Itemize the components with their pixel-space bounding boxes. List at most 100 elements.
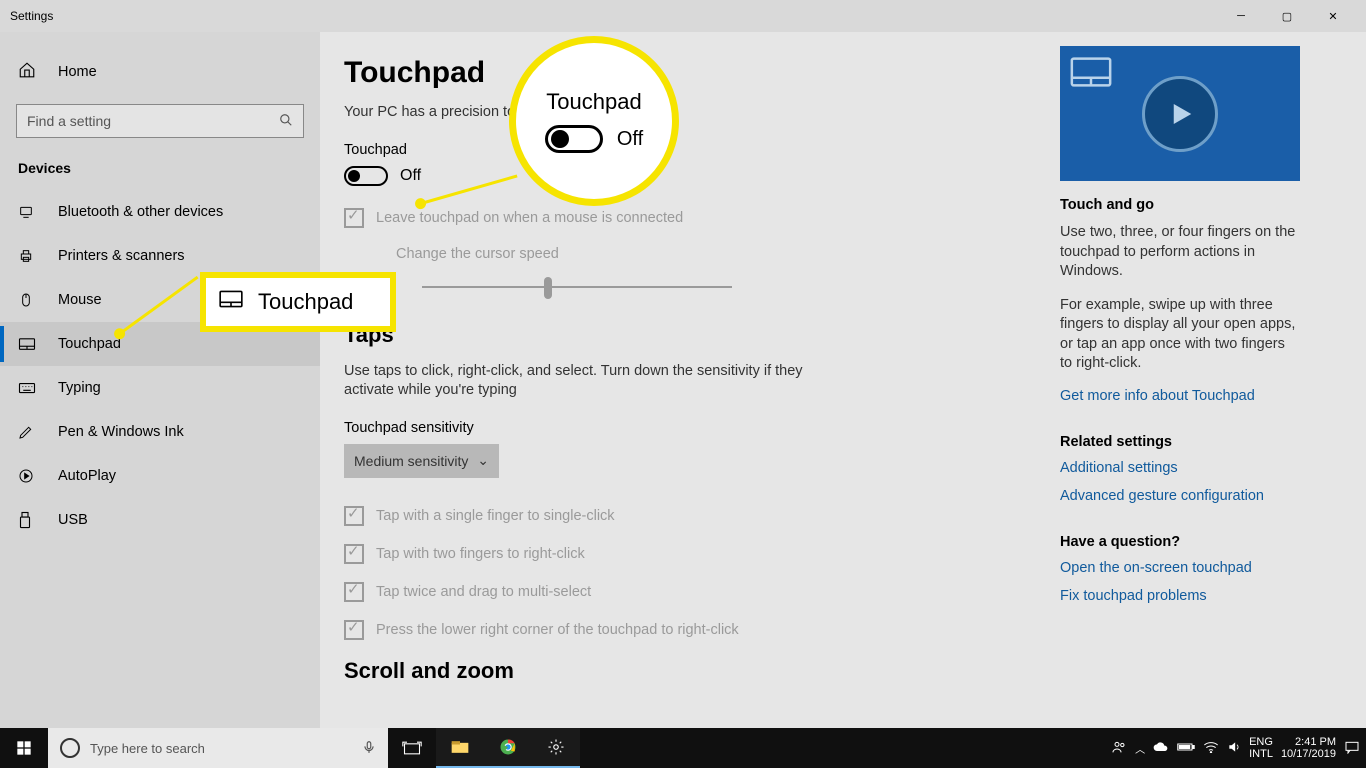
tap-right-click-checkbox[interactable]: Tap with two fingers to right-click <box>344 544 1020 564</box>
sidebar-item-usb[interactable]: USB <box>0 498 320 542</box>
tap-opt-label: Tap twice and drag to multi-select <box>376 584 591 600</box>
tap-single-click-checkbox[interactable]: Tap with a single finger to single-click <box>344 506 1020 526</box>
home-button[interactable]: Home <box>0 52 320 92</box>
window-title-bar: Settings ─ ▢ ✕ <box>0 0 1366 32</box>
leave-touchpad-checkbox-row[interactable]: Leave touchpad on when a mouse is connec… <box>344 208 1020 228</box>
sidebar-item-label: Touchpad <box>58 336 121 352</box>
tap-opt-label: Tap with a single finger to single-click <box>376 508 615 524</box>
cursor-speed-slider[interactable] <box>422 274 732 298</box>
home-icon <box>18 61 38 83</box>
checkbox-icon <box>344 506 364 526</box>
tap-corner-checkbox[interactable]: Press the lower right corner of the touc… <box>344 620 1020 640</box>
system-tray[interactable]: ︿ ENG INTL 2:41 PM 10/17/2019 <box>1111 728 1366 768</box>
close-button[interactable]: ✕ <box>1310 0 1356 32</box>
checkbox-icon <box>344 544 364 564</box>
settings-taskbar-button[interactable] <box>532 728 580 768</box>
checkbox-icon <box>344 208 364 228</box>
taps-description: Use taps to click, right-click, and sele… <box>344 362 804 400</box>
touch-para1: Use two, three, or four fingers on the t… <box>1060 223 1300 282</box>
touchpad-toggle-state: Off <box>400 167 421 185</box>
gesture-config-link[interactable]: Advanced gesture configuration <box>1060 488 1300 504</box>
sidebar-item-label: AutoPlay <box>58 468 116 484</box>
search-placeholder: Find a setting <box>27 113 111 129</box>
keyboard-icon <box>18 382 38 394</box>
scroll-zoom-heading: Scroll and zoom <box>344 658 1020 684</box>
search-icon <box>279 113 293 130</box>
sidebar-item-pen[interactable]: Pen & Windows Ink <box>0 410 320 454</box>
battery-icon[interactable] <box>1177 742 1195 755</box>
additional-settings-link[interactable]: Additional settings <box>1060 460 1300 476</box>
sidebar-item-autoplay[interactable]: AutoPlay <box>0 454 320 498</box>
task-view-button[interactable] <box>388 728 436 768</box>
sidebar-item-label: Pen & Windows Ink <box>58 424 184 440</box>
sensitivity-dropdown[interactable]: Medium sensitivity ⌄ <box>344 444 499 478</box>
sidebar-item-bluetooth[interactable]: Bluetooth & other devices <box>0 190 320 234</box>
sidebar-item-printers[interactable]: Printers & scanners <box>0 234 320 278</box>
touchpad-toggle-label: Touchpad <box>344 142 1020 158</box>
tap-multi-select-checkbox[interactable]: Tap twice and drag to multi-select <box>344 582 1020 602</box>
usb-icon <box>18 511 38 529</box>
taps-heading: Taps <box>344 322 1020 348</box>
sidebar-item-touchpad[interactable]: Touchpad <box>0 322 320 366</box>
sensitivity-value: Medium sensitivity <box>354 453 468 469</box>
sensitivity-label: Touchpad sensitivity <box>344 420 1020 436</box>
fix-touchpad-link[interactable]: Fix touchpad problems <box>1060 588 1300 604</box>
page-title: Touchpad <box>344 56 1020 90</box>
autoplay-icon <box>18 468 38 484</box>
maximize-button[interactable]: ▢ <box>1264 0 1310 32</box>
window-title: Settings <box>10 9 53 23</box>
sidebar-item-typing[interactable]: Typing <box>0 366 320 410</box>
bluetooth-icon <box>18 204 38 220</box>
sidebar: Home Find a setting Devices Bluetooth & … <box>0 32 320 728</box>
sidebar-item-label: USB <box>58 512 88 528</box>
chevron-up-icon[interactable]: ︿ <box>1135 741 1145 756</box>
category-header: Devices <box>0 160 320 176</box>
action-center-icon[interactable] <box>1344 740 1360 757</box>
chrome-button[interactable] <box>484 728 532 768</box>
minimize-button[interactable]: ─ <box>1218 0 1264 32</box>
pen-icon <box>18 424 38 440</box>
more-info-link[interactable]: Get more info about Touchpad <box>1060 388 1300 404</box>
volume-icon[interactable] <box>1227 740 1241 757</box>
sidebar-item-label: Mouse <box>58 292 102 308</box>
chevron-down-icon: ⌄ <box>477 452 489 469</box>
touchpad-tile-icon <box>1068 54 1114 95</box>
checkbox-icon <box>344 582 364 602</box>
clock[interactable]: 2:41 PM 10/17/2019 <box>1281 736 1336 760</box>
onedrive-icon[interactable] <box>1153 741 1169 756</box>
wifi-icon[interactable] <box>1203 741 1219 756</box>
mic-icon <box>362 738 376 759</box>
language-indicator[interactable]: ENG INTL <box>1249 736 1273 760</box>
mouse-icon <box>18 292 38 308</box>
video-tile[interactable] <box>1060 46 1300 181</box>
right-panel: Touch and go Use two, three, or four fin… <box>1060 32 1320 728</box>
printer-icon <box>18 248 38 264</box>
sidebar-item-label: Typing <box>58 380 101 396</box>
start-button[interactable] <box>0 728 48 768</box>
touch-para2: For example, swipe up with three fingers… <box>1060 296 1300 374</box>
sidebar-item-label: Printers & scanners <box>58 248 185 264</box>
find-setting-input[interactable]: Find a setting <box>16 104 304 138</box>
tap-opt-label: Tap with two fingers to right-click <box>376 546 585 562</box>
sidebar-item-mouse[interactable]: Mouse <box>0 278 320 322</box>
file-explorer-button[interactable] <box>436 728 484 768</box>
main-panel: Touchpad Your PC has a precision touchpa… <box>320 32 1060 728</box>
related-settings-heading: Related settings <box>1060 434 1300 450</box>
people-icon[interactable] <box>1111 739 1127 758</box>
leave-touchpad-label: Leave touchpad on when a mouse is connec… <box>376 210 683 226</box>
touchpad-toggle[interactable] <box>344 166 388 186</box>
touch-and-go-heading: Touch and go <box>1060 197 1300 213</box>
lang-line2: INTL <box>1249 748 1273 760</box>
taskbar-search-placeholder: Type here to search <box>90 741 205 756</box>
onscreen-touchpad-link[interactable]: Open the on-screen touchpad <box>1060 560 1300 576</box>
touchpad-icon <box>18 337 38 351</box>
taskbar: Type here to search ︿ ENG INTL 2:41 PM 1… <box>0 728 1366 768</box>
taskbar-search[interactable]: Type here to search <box>48 728 388 768</box>
checkbox-icon <box>344 620 364 640</box>
cortana-icon <box>60 738 80 758</box>
lang-line1: ENG <box>1249 736 1273 748</box>
time-text: 2:41 PM <box>1295 736 1336 748</box>
sidebar-item-label: Bluetooth & other devices <box>58 204 223 220</box>
tap-opt-label: Press the lower right corner of the touc… <box>376 622 739 638</box>
precision-text: Your PC has a precision touchpad. <box>344 104 1020 120</box>
